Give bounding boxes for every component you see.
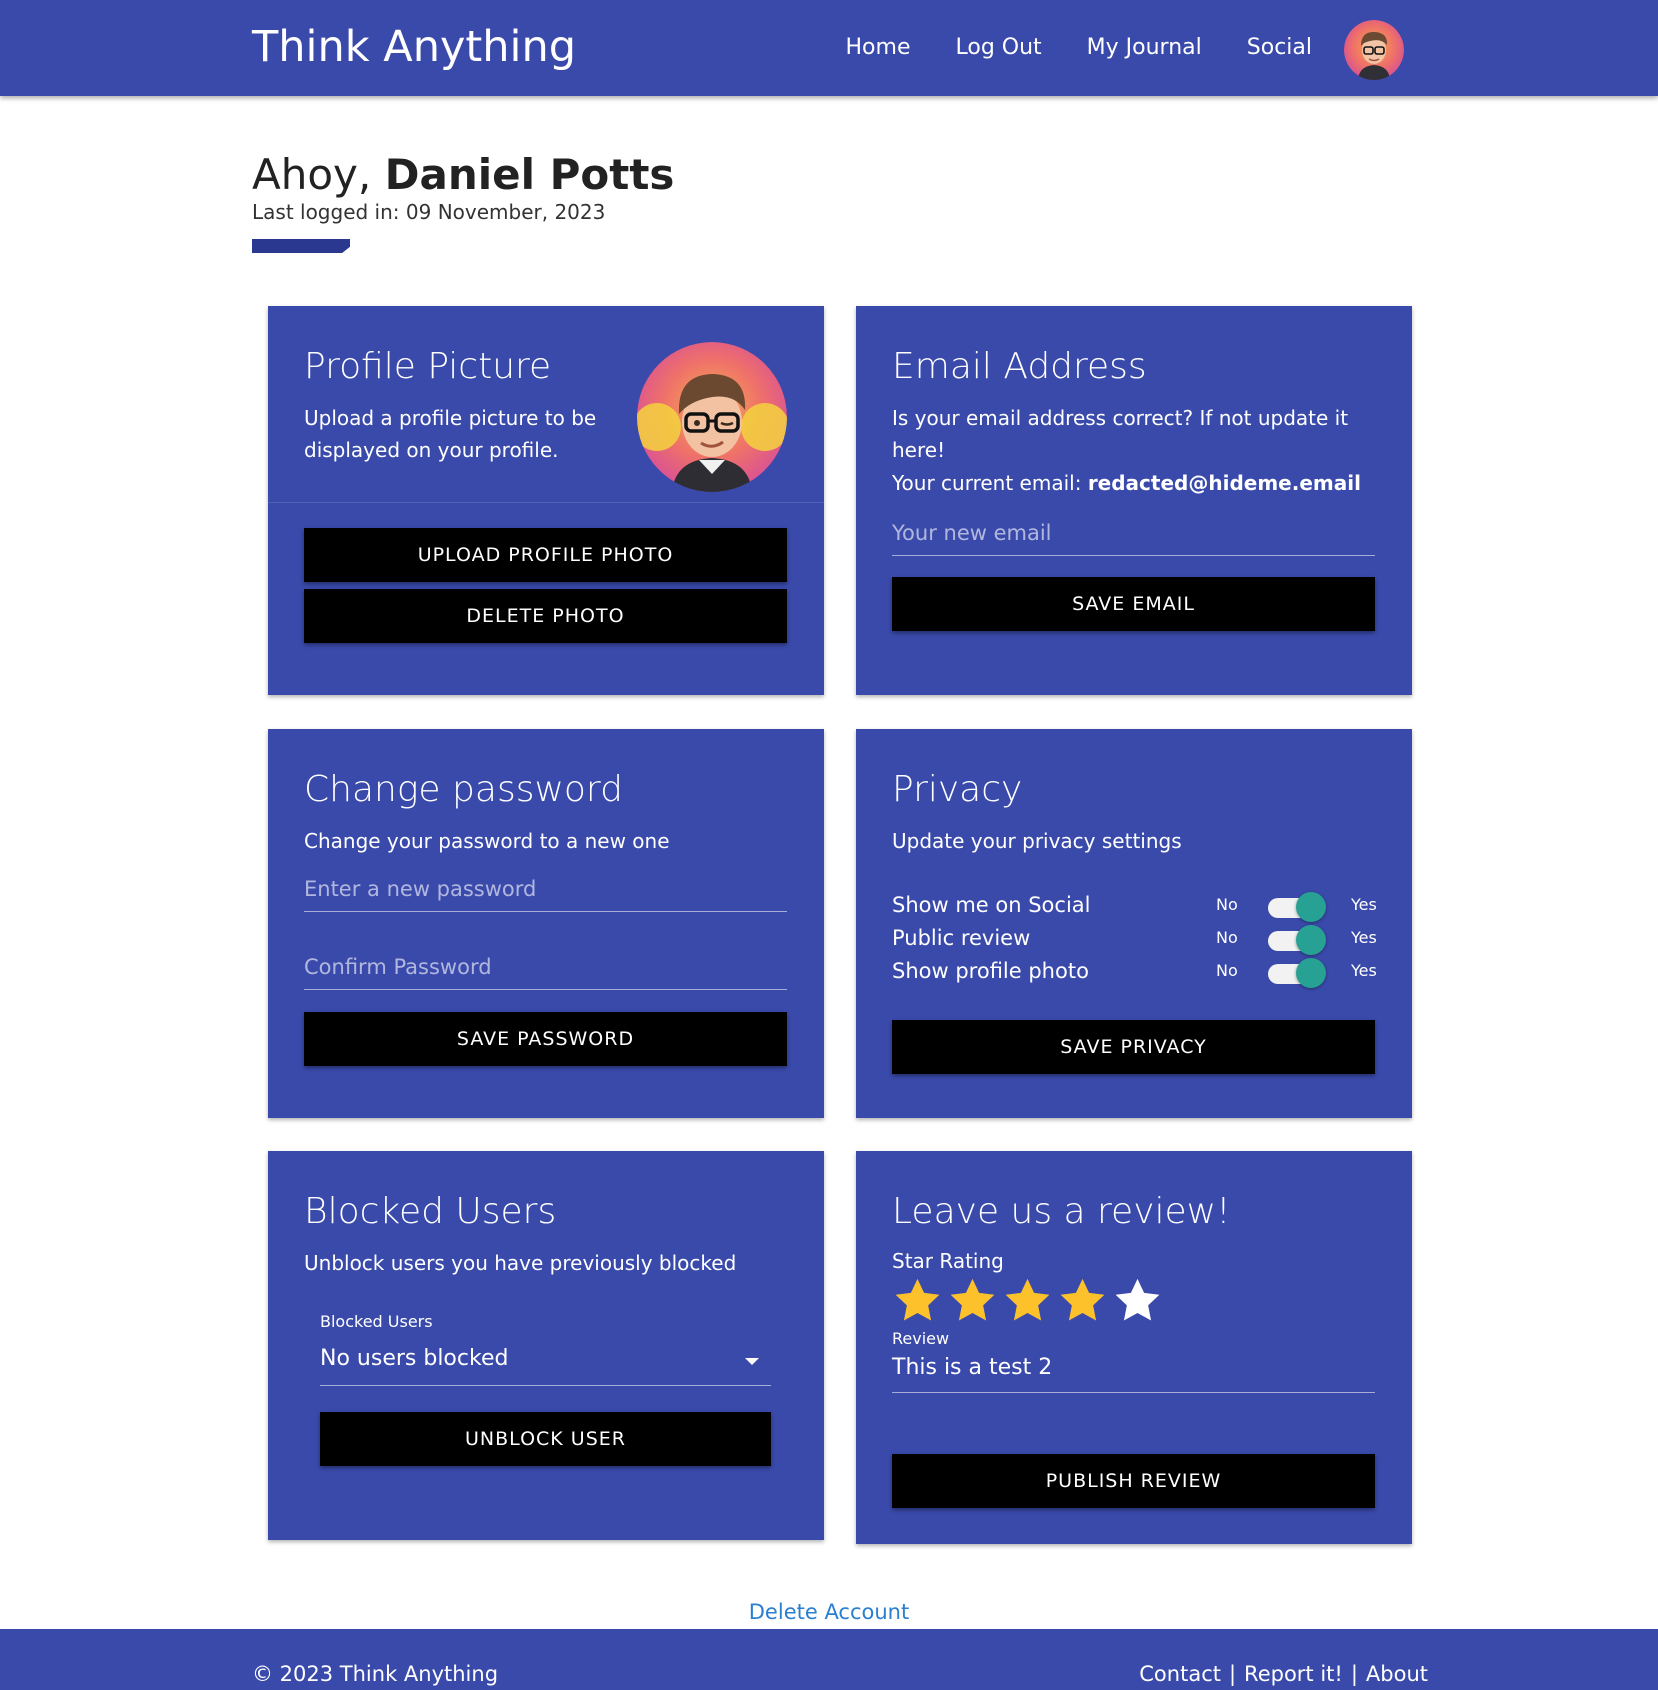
card-title: Email Address (892, 346, 1147, 387)
delete-photo-button[interactable]: DELETE PHOTO (304, 589, 787, 643)
greeting-heading: Ahoy, Daniel Potts (252, 150, 674, 199)
blocked-users-select[interactable]: No users blocked (320, 1336, 771, 1386)
toggle-yes-label: Yes (1351, 961, 1377, 980)
profile-photo (637, 342, 787, 492)
current-email-label: Your current email: (892, 471, 1088, 495)
brand-title[interactable]: Think Anything (252, 22, 576, 72)
publish-review-button[interactable]: PUBLISH REVIEW (892, 1454, 1375, 1508)
footer-contact-link[interactable]: Contact (1139, 1662, 1221, 1686)
toggle-yes-label: Yes (1351, 895, 1377, 914)
setting-label: Show profile photo (892, 959, 1089, 983)
star-icon[interactable] (947, 1275, 998, 1326)
change-password-card: Change password Change your password to … (268, 729, 824, 1118)
new-password-input[interactable] (304, 866, 787, 912)
card-title: Profile Picture (304, 346, 552, 387)
card-description: Update your privacy settings (892, 829, 1182, 853)
profile-photo-image (637, 342, 787, 492)
save-privacy-button[interactable]: SAVE PRIVACY (892, 1020, 1375, 1074)
star-icon[interactable] (892, 1275, 943, 1326)
delete-account-link[interactable]: Delete Account (749, 1600, 909, 1624)
footer-separator: | (1228, 1662, 1237, 1686)
blocked-users-card: Blocked Users Unblock users you have pre… (268, 1151, 824, 1540)
show-on-social-toggle[interactable] (1268, 892, 1326, 922)
new-email-input[interactable] (892, 510, 1375, 556)
last-login-text: Last logged in: 09 November, 2023 (252, 200, 606, 224)
select-value: No users blocked (320, 1346, 509, 1371)
review-card: Leave us a review! Star Rating Review Th… (856, 1151, 1412, 1544)
save-password-button[interactable]: SAVE PASSWORD (304, 1012, 787, 1066)
nav-home-link[interactable]: Home (846, 35, 911, 60)
email-card: Email Address Is your email address corr… (856, 306, 1412, 695)
review-label: Review (892, 1329, 950, 1348)
nav-links: Home Log Out My Journal Social (846, 35, 1312, 60)
toggle-knob (1296, 925, 1326, 955)
nav-logout-link[interactable]: Log Out (955, 35, 1041, 60)
card-description: Change your password to a new one (304, 829, 670, 853)
card-divider (268, 502, 824, 503)
privacy-setting-public-review: Public review No Yes (892, 924, 1377, 957)
star-icon[interactable] (1057, 1275, 1108, 1326)
caret-down-icon (745, 1358, 759, 1365)
star-rating (892, 1275, 1163, 1326)
card-title: Privacy (892, 769, 1023, 810)
privacy-card: Privacy Update your privacy settings Sho… (856, 729, 1412, 1118)
toggle-no-label: No (1216, 895, 1238, 914)
card-description: Upload a profile picture to be displayed… (304, 406, 597, 462)
footer-separator: | (1350, 1662, 1358, 1686)
card-title: Leave us a review! (892, 1191, 1231, 1232)
greeting-underline (252, 239, 350, 253)
upload-profile-photo-button[interactable]: UPLOAD PROFILE PHOTO (304, 528, 787, 582)
card-description: Unblock users you have previously blocke… (304, 1251, 737, 1275)
navbar: Think Anything Home Log Out My Journal S… (0, 0, 1658, 96)
review-text-field[interactable]: This is a test 2 (892, 1349, 1375, 1393)
unblock-user-button[interactable]: UNBLOCK USER (320, 1412, 771, 1466)
privacy-setting-social: Show me on Social No Yes (892, 891, 1377, 924)
nav-social-link[interactable]: Social (1247, 35, 1312, 60)
current-email-value: redacted@hideme.email (1087, 471, 1361, 495)
card-description: Is your email address correct? If not up… (892, 406, 1349, 462)
toggle-yes-label: Yes (1351, 928, 1377, 947)
star-icon[interactable] (1002, 1275, 1053, 1326)
delete-account-row: Delete Account (0, 1600, 1658, 1624)
footer-report-link[interactable]: Report it! (1244, 1662, 1343, 1686)
greeting-prefix: Ahoy, (252, 150, 385, 199)
footer-links: Contact | Report it! | About (1139, 1662, 1428, 1686)
confirm-password-input[interactable] (304, 944, 787, 990)
blocked-users-select-label: Blocked Users (320, 1312, 433, 1331)
toggle-no-label: No (1216, 928, 1238, 947)
profile-picture-card: Profile Picture Upload a profile picture… (268, 306, 824, 695)
toggle-no-label: No (1216, 961, 1238, 980)
save-email-button[interactable]: SAVE EMAIL (892, 577, 1375, 631)
footer-about-link[interactable]: About (1366, 1662, 1428, 1686)
user-name: Daniel Potts (384, 150, 675, 199)
star-icon[interactable] (1112, 1275, 1163, 1326)
current-email: Your current email: redacted@hideme.emai… (892, 467, 1361, 499)
avatar-image (1344, 20, 1404, 80)
show-profile-photo-toggle[interactable] (1268, 958, 1326, 988)
copyright-text: © 2023 Think Anything (252, 1662, 499, 1686)
toggle-knob (1296, 958, 1326, 988)
toggle-knob (1296, 892, 1326, 922)
public-review-toggle[interactable] (1268, 925, 1326, 955)
card-title: Blocked Users (304, 1191, 557, 1232)
user-avatar[interactable] (1344, 20, 1404, 80)
footer: © 2023 Think Anything Contact | Report i… (0, 1629, 1658, 1690)
star-rating-label: Star Rating (892, 1249, 1004, 1273)
card-title: Change password (304, 769, 623, 810)
nav-journal-link[interactable]: My Journal (1087, 35, 1202, 60)
setting-label: Public review (892, 926, 1031, 950)
setting-label: Show me on Social (892, 893, 1091, 917)
privacy-setting-profile-photo: Show profile photo No Yes (892, 957, 1377, 990)
